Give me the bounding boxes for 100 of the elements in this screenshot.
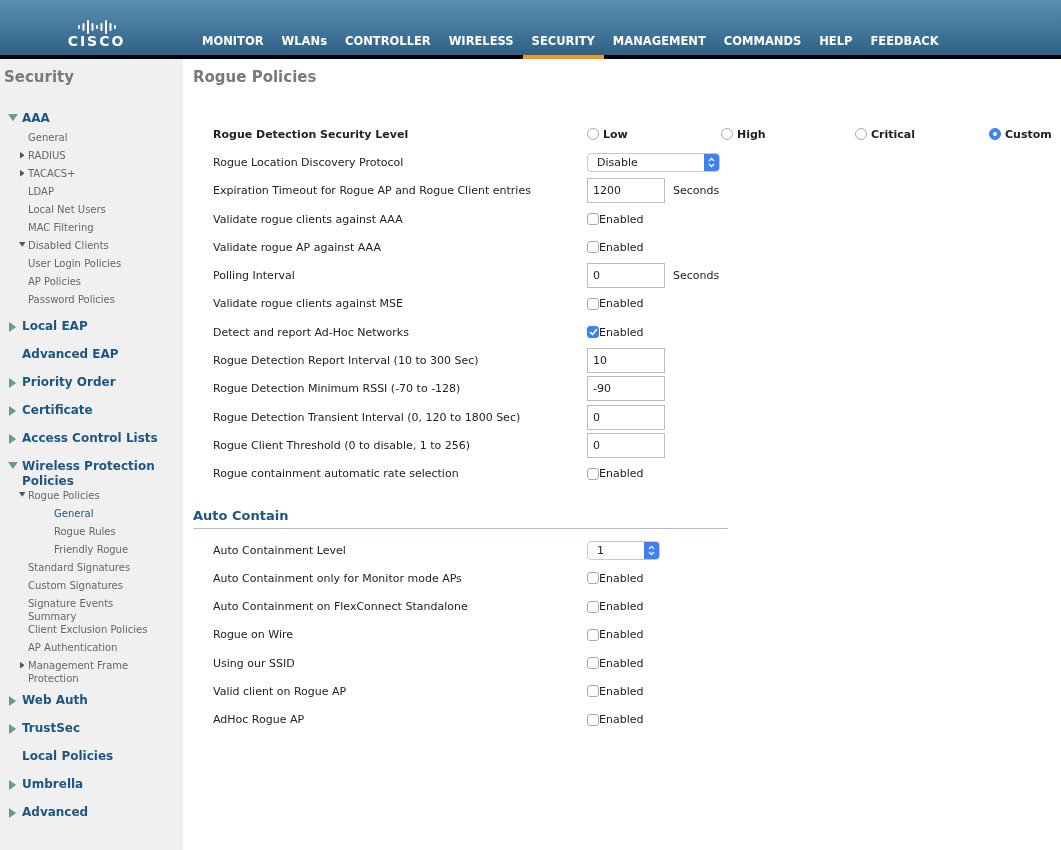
collapsed-arrow-icon: [19, 662, 25, 669]
radio-option[interactable]: Critical: [855, 127, 989, 141]
sidebar-item[interactable]: User Login Policies: [4, 257, 183, 275]
sidebar-group[interactable]: Access Control Lists: [4, 431, 183, 459]
checkbox[interactable]: [587, 241, 599, 254]
collapsed-arrow-icon: [19, 152, 25, 159]
sidebar-group[interactable]: Local EAP: [4, 319, 183, 347]
field-label: Rogue Detection Security Level: [213, 127, 410, 141]
sidebar-item[interactable]: Standard Signatures: [4, 561, 183, 579]
nav-tab[interactable]: COMMANDS: [714, 34, 811, 59]
collapsed-arrow-icon: [19, 170, 25, 177]
checkbox-label: Enabled: [599, 656, 644, 670]
expanded-arrow-icon: [18, 242, 26, 247]
sidebar-item[interactable]: AP Policies: [4, 275, 183, 293]
sidebar-item[interactable]: AP Authentication: [4, 641, 183, 659]
checkbox[interactable]: [587, 628, 599, 641]
checkbox-label: Enabled: [599, 600, 644, 614]
field-label: Validate rogue clients against MSE: [213, 297, 404, 311]
text-field[interactable]: -90: [587, 376, 665, 402]
nav-tab[interactable]: MANAGEMENT: [603, 34, 715, 59]
collapsed-arrow-icon: [9, 378, 17, 388]
sidebar-group[interactable]: Advanced: [4, 805, 183, 833]
radio-option[interactable]: Custom: [989, 127, 1052, 141]
sidebar-group[interactable]: AAA: [4, 111, 183, 131]
unit-label: Seconds: [673, 184, 720, 198]
sidebar-item[interactable]: MAC Filtering: [4, 221, 183, 239]
nav-tab[interactable]: SECURITY: [522, 34, 604, 59]
nav-tab[interactable]: HELP: [810, 34, 862, 59]
sidebar-item[interactable]: Client Exclusion Policies: [4, 623, 183, 641]
field-label: Rogue Client Threshold (0 to disable, 1 to 256): [213, 438, 472, 452]
sidebar-group[interactable]: Advanced EAP: [4, 347, 183, 375]
collapsed-arrow-icon: [9, 808, 17, 818]
collapsed-arrow-icon: [9, 406, 17, 416]
sidebar-group[interactable]: Local Policies: [4, 749, 183, 777]
field-label: Auto Containment Level: [213, 543, 347, 557]
field-label: Rogue containment automatic rate selection: [213, 467, 460, 481]
expanded-arrow-icon: [8, 462, 18, 470]
sidebar-item[interactable]: Password Policies: [4, 293, 183, 311]
page-title: Rogue Policies: [193, 68, 318, 86]
sidebar-group[interactable]: Priority Order: [4, 375, 183, 403]
collapsed-arrow-icon: [9, 780, 17, 790]
sidebar-item[interactable]: Rogue Rules: [4, 525, 183, 543]
sidebar-item[interactable]: General: [4, 131, 183, 149]
sidebar-item[interactable]: Management Frame Protection: [4, 659, 183, 685]
sidebar-item[interactable]: TACACS+: [4, 167, 183, 185]
expanded-arrow-icon: [18, 492, 26, 497]
sidebar-group[interactable]: Certificate: [4, 403, 183, 431]
checkbox[interactable]: [587, 467, 599, 480]
sidebar-group[interactable]: Umbrella: [4, 777, 183, 805]
sidebar-title: Security: [4, 68, 76, 86]
text-field[interactable]: 0: [587, 432, 665, 458]
checkbox[interactable]: [587, 297, 599, 310]
text-field[interactable]: 1200: [587, 178, 665, 204]
field-label: Auto Containment on FlexConnect Standalone: [213, 600, 469, 614]
field-label: Validate rogue clients against AAA: [213, 212, 404, 226]
checkbox[interactable]: [587, 600, 599, 613]
sidebar-group[interactable]: Web Auth: [4, 693, 183, 721]
text-field[interactable]: 10: [587, 348, 665, 373]
checkbox-label: Enabled: [599, 713, 644, 727]
sidebar-group[interactable]: TrustSec: [4, 721, 183, 749]
checkbox-label: Enabled: [599, 685, 644, 698]
checkbox[interactable]: [587, 713, 599, 726]
nav-tab[interactable]: FEEDBACK: [861, 34, 948, 59]
chevron-updown-icon: [648, 544, 655, 556]
nav-tab[interactable]: WIRELESS: [439, 34, 523, 59]
field-label: Validate rogue AP against AAA: [213, 240, 382, 254]
text-field[interactable]: 0: [587, 404, 665, 430]
text-field[interactable]: 0: [587, 263, 665, 289]
sidebar-item[interactable]: Friendly Rogue: [4, 543, 183, 561]
checkbox[interactable]: [587, 657, 599, 670]
sidebar-item[interactable]: RADIUS: [4, 149, 183, 167]
field-label: Polling Interval: [213, 269, 296, 283]
field-label: Valid client on Rogue AP: [213, 685, 348, 698]
dropdown[interactable]: Disable: [587, 152, 720, 172]
sidebar-item[interactable]: Local Net Users: [4, 203, 183, 221]
radio-option[interactable]: Low: [587, 127, 721, 141]
radio-option[interactable]: High: [721, 127, 855, 141]
checkbox[interactable]: [587, 213, 599, 226]
nav-tab[interactable]: WLANs: [272, 34, 336, 59]
sidebar-group[interactable]: Wireless Protection Policies: [4, 459, 183, 489]
sidebar-item[interactable]: Rogue Policies: [4, 489, 183, 507]
checkbox-label: Enabled: [599, 212, 644, 226]
field-label: Auto Containment only for Monitor mode APs: [213, 571, 463, 585]
checkbox[interactable]: [587, 572, 599, 585]
sidebar-item[interactable]: Custom Signatures: [4, 579, 183, 597]
sidebar-item[interactable]: LDAP: [4, 185, 183, 203]
sidebar-item[interactable]: Signature Events Summary: [4, 597, 183, 623]
checkbox[interactable]: [587, 685, 599, 698]
checkbox[interactable]: [587, 326, 599, 339]
nav-tab[interactable]: MONITOR: [193, 34, 273, 59]
field-label: Using our SSID: [213, 656, 296, 670]
sidebar-item[interactable]: General: [4, 507, 183, 525]
nav-tab[interactable]: CONTROLLER: [336, 34, 440, 59]
dropdown[interactable]: 1: [587, 540, 660, 560]
collapsed-arrow-icon: [9, 724, 17, 734]
section-heading: Auto Contain: [193, 501, 728, 529]
sidebar-item[interactable]: Disabled Clients: [4, 239, 183, 257]
checkbox-label: Enabled: [599, 467, 644, 481]
field-label: Rogue Detection Transient Interval (0, 120 to 1800 Sec): [213, 410, 522, 424]
field-label: Rogue Detection Minimum RSSI (-70 to -128): [213, 382, 462, 396]
